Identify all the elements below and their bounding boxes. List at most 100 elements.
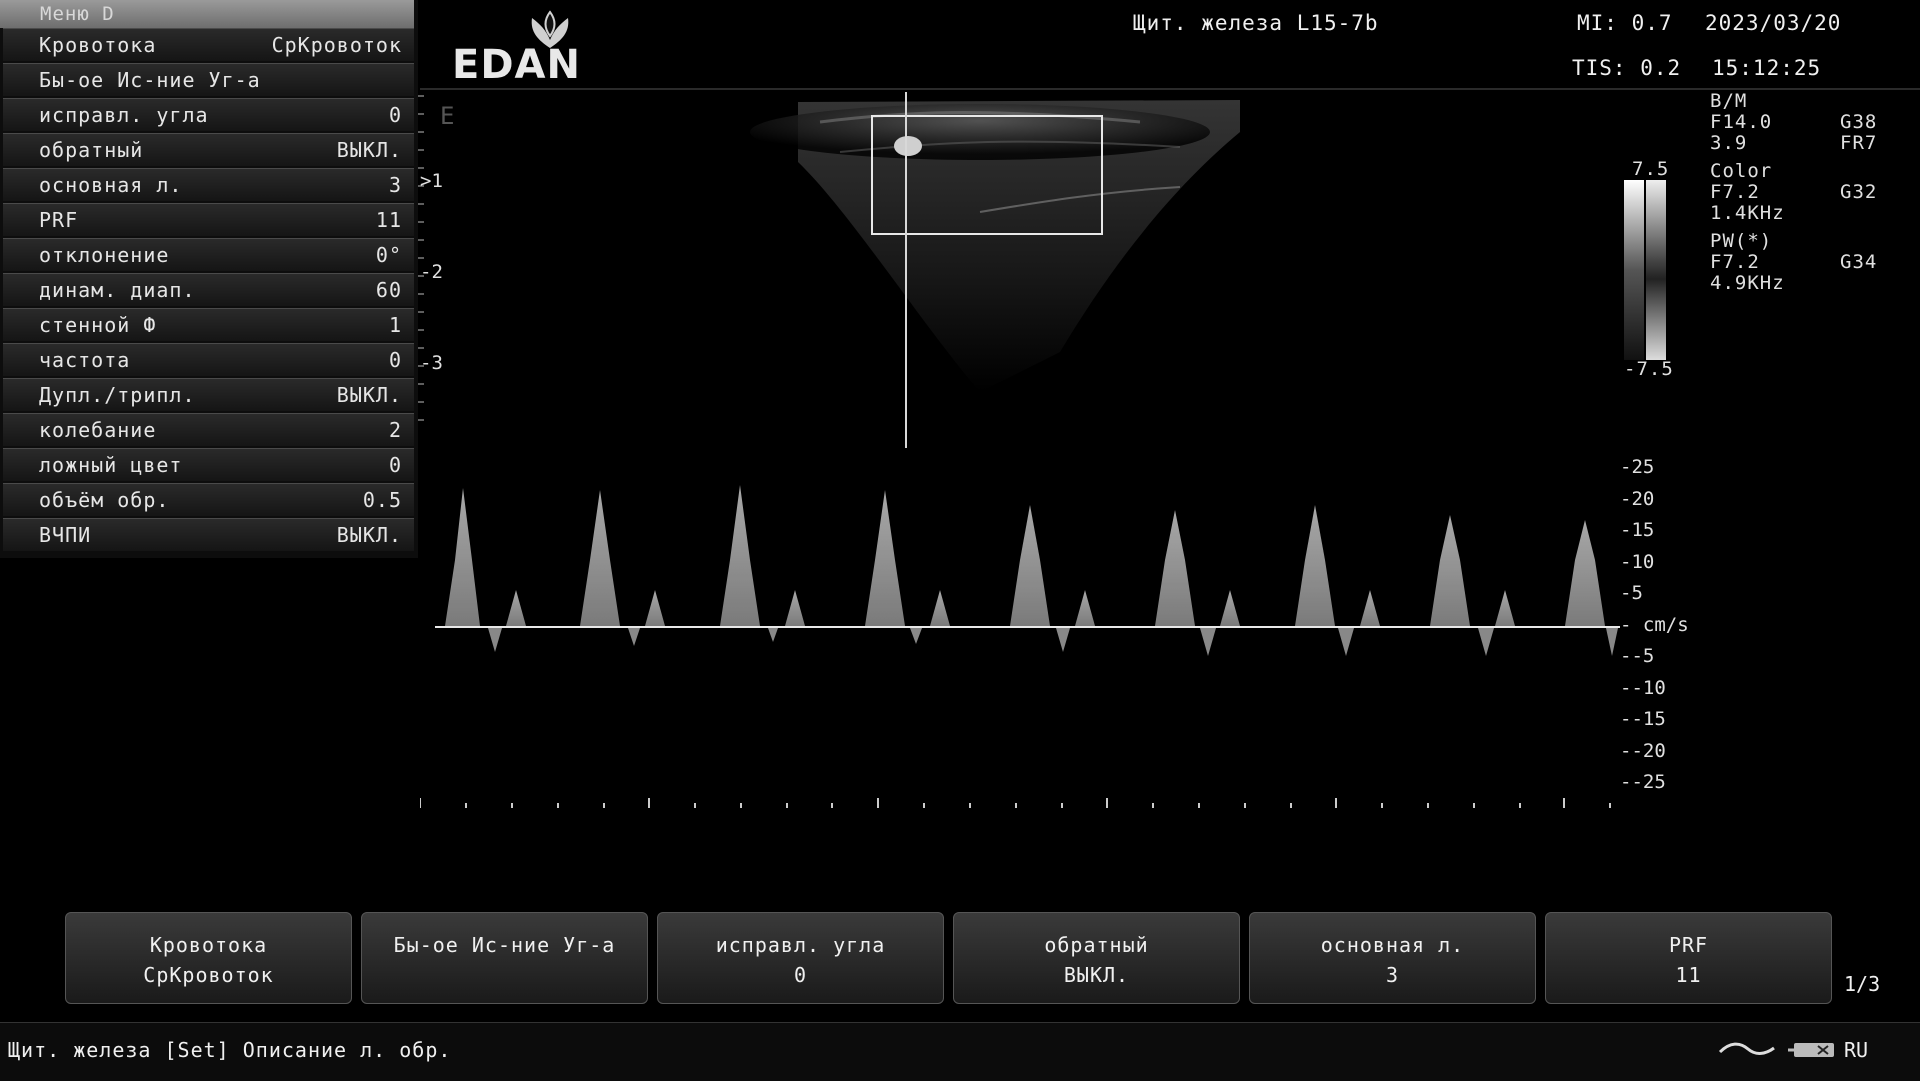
menu-item-label: колебание	[39, 418, 157, 442]
button-value: 0	[793, 963, 808, 987]
menu-item-duplex-triplex[interactable]: Дупл./трипл. ВЫКЛ.	[3, 378, 414, 411]
menu-item-flow[interactable]: Кровотока СрКровоток	[3, 28, 414, 61]
menu-title: Меню D	[0, 0, 414, 28]
date-value: 2023/03/20	[1705, 11, 1842, 35]
pw-prf: 4.9KHz	[1710, 272, 1785, 294]
probe-icon	[1718, 1040, 1776, 1058]
depth-label: -3	[420, 352, 443, 374]
menu-item-label: стенной Ф	[39, 313, 157, 337]
bmode-depth: 3.9	[1710, 132, 1748, 154]
menu-item-prf[interactable]: PRF 11	[3, 203, 414, 236]
menu-item-steer[interactable]: отклонение 0°	[3, 238, 414, 271]
menu-item-value: ВЫКЛ.	[336, 383, 402, 407]
bmode-title: B/M	[1710, 90, 1748, 112]
menu-item-label: частота	[39, 348, 131, 372]
button-label: исправл. угла	[715, 933, 886, 957]
menu-item-dynamic-range[interactable]: динам. диап. 60	[3, 273, 414, 306]
velocity-unit-label: - cm/s	[1620, 614, 1689, 636]
menu-item-label: исправл. угла	[39, 103, 209, 127]
exam-title: Щит. железа L15-7b	[1133, 11, 1379, 35]
bmode-gain: G38	[1840, 111, 1878, 133]
soft-button-invert[interactable]: обратный ВЫКЛ.	[953, 912, 1240, 1004]
soft-button-baseline[interactable]: основная л. 3	[1249, 912, 1536, 1004]
pw-title: PW(*)	[1710, 230, 1773, 252]
depth-label: -2	[420, 261, 443, 283]
menu-item-hprf[interactable]: ВЧПИ ВЫКЛ.	[3, 518, 414, 551]
color-title: Color	[1710, 160, 1773, 182]
velocity-label: -5	[1620, 582, 1643, 604]
button-label: обратный	[1044, 933, 1149, 957]
menu-item-value: ВЫКЛ.	[336, 138, 402, 162]
menu-item-value: 3	[388, 173, 402, 197]
button-value: 11	[1675, 963, 1702, 987]
menu-item-value: 11	[375, 208, 402, 232]
menu-item-label: PRF	[39, 208, 79, 232]
colorbar-top-label: 7.5	[1632, 158, 1670, 180]
button-label: Кровотока	[149, 933, 268, 957]
soft-button-prf[interactable]: PRF 11	[1545, 912, 1832, 1004]
soft-button-flow[interactable]: Кровотока СрКровоток	[65, 912, 352, 1004]
menu-item-label: обратный	[39, 138, 144, 162]
mi-value: MI: 0.7	[1577, 11, 1673, 35]
menu-item-quick-angle[interactable]: Бы-ое Ис-ние Уг-а	[3, 63, 414, 96]
menu-item-label: Бы-ое Ис-ние Уг-а	[39, 68, 261, 92]
colorbar-bottom-label: -7.5	[1624, 358, 1674, 380]
velocity-label: --10	[1620, 677, 1666, 699]
button-label: Бы-ое Ис-ние Уг-а	[393, 933, 616, 957]
tis-value: TIS: 0.2	[1572, 56, 1682, 80]
soft-button-angle-correct[interactable]: исправл. угла 0	[657, 912, 944, 1004]
bmode-frequency: F14.0	[1710, 111, 1773, 133]
velocity-label: -25	[1620, 456, 1655, 478]
menu-item-value: 0	[388, 348, 402, 372]
page-indicator[interactable]: 1/3	[1844, 972, 1880, 996]
menu-item-label: отклонение	[39, 243, 170, 267]
color-frequency: F7.2	[1710, 181, 1760, 203]
time-value: 15:12:25	[1712, 56, 1822, 80]
menu-item-value: 0	[388, 103, 402, 127]
menu-item-value: ВЫКЛ.	[336, 523, 402, 547]
menu-item-false-color[interactable]: ложный цвет 0	[3, 448, 414, 481]
menu-item-value: 0.5	[362, 488, 402, 512]
button-value: 3	[1385, 963, 1400, 987]
velocity-label: --20	[1620, 740, 1666, 762]
menu-item-label: динам. диап.	[39, 278, 196, 302]
velocity-label: --15	[1620, 708, 1666, 730]
pw-frequency: F7.2	[1710, 251, 1760, 273]
menu-item-label: объём обр.	[39, 488, 170, 512]
e-marker: E	[440, 102, 455, 130]
menu-item-label: ВЧПИ	[39, 523, 92, 547]
menu-item-invert[interactable]: обратный ВЫКЛ.	[3, 133, 414, 166]
velocity-label: -20	[1620, 488, 1655, 510]
menu-item-value: 2	[388, 418, 402, 442]
menu-item-wall-filter[interactable]: стенной Ф 1	[3, 308, 414, 341]
velocity-label: -15	[1620, 519, 1655, 541]
velocity-label: --5	[1620, 645, 1655, 667]
soft-button-quick-angle[interactable]: Бы-ое Ис-ние Уг-а	[361, 912, 648, 1004]
button-label: основная л.	[1320, 933, 1465, 957]
menu-item-value: 0°	[375, 243, 402, 267]
button-value: ВЫКЛ.	[1063, 963, 1130, 987]
menu-item-value: СрКровоток	[271, 33, 402, 57]
menu-item-oscillation[interactable]: колебание 2	[3, 413, 414, 446]
menu-item-label: Дупл./трипл.	[39, 383, 196, 407]
depth-label: >1	[420, 170, 443, 192]
menu-item-baseline[interactable]: основная л. 3	[3, 168, 414, 201]
bmode-frame-rate: FR7	[1840, 132, 1878, 154]
menu-item-value: 0	[388, 453, 402, 477]
menu-item-label: Кровотока	[39, 33, 157, 57]
menu-item-label: ложный цвет	[39, 453, 183, 477]
menu-item-label: основная л.	[39, 173, 183, 197]
color-prf: 1.4KHz	[1710, 202, 1785, 224]
header-divider	[420, 88, 1920, 90]
menu-item-angle-correct[interactable]: исправл. угла 0	[3, 98, 414, 131]
parameter-menu: Меню D Кровотока СрКровоток Бы-ое Ис-ние …	[0, 0, 418, 558]
button-label: PRF	[1668, 933, 1709, 957]
menu-item-frequency[interactable]: частота 0	[3, 343, 414, 376]
status-text: Щит. железа [Set] Описание л. обр.	[8, 1038, 452, 1062]
pw-gain: G34	[1840, 251, 1878, 273]
velocity-label: -10	[1620, 551, 1655, 573]
menu-item-value: 60	[375, 278, 402, 302]
menu-item-value: 1	[388, 313, 402, 337]
language-indicator[interactable]: RU	[1844, 1038, 1868, 1062]
menu-item-sample-volume[interactable]: объём обр. 0.5	[3, 483, 414, 516]
